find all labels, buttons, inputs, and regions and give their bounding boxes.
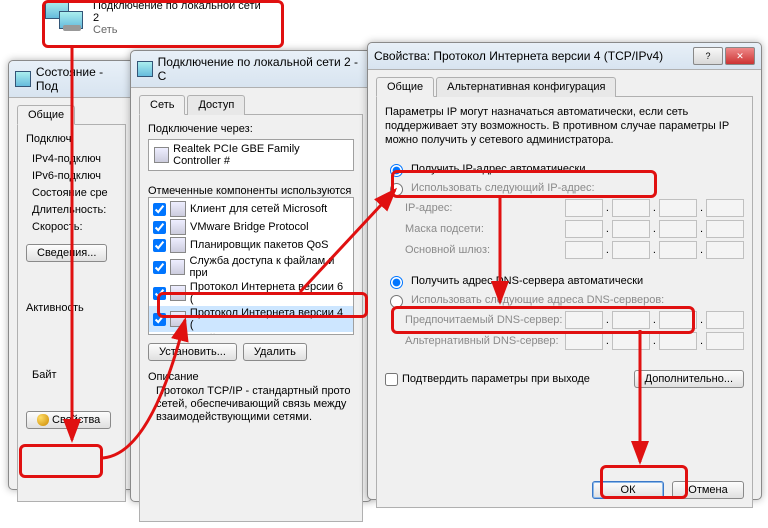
adapter-name: Realtek PCIe GBE Family Controller # bbox=[173, 143, 348, 167]
adapter-field: Realtek PCIe GBE Family Controller # bbox=[148, 139, 354, 171]
cancel-button[interactable]: Отмена bbox=[672, 481, 744, 499]
row-speed: Скорость: bbox=[32, 219, 117, 236]
chk-item-4[interactable] bbox=[153, 287, 166, 300]
ipv4-icon bbox=[170, 311, 186, 327]
item-4: Протокол Интернета версии 6 ( bbox=[190, 281, 349, 305]
label-description: Описание bbox=[148, 371, 354, 383]
item-0: Клиент для сетей Microsoft bbox=[190, 203, 327, 215]
label-ip-auto: Получить IP-адрес автоматически bbox=[411, 163, 585, 175]
tab-access[interactable]: Доступ bbox=[187, 95, 245, 115]
details-button[interactable]: Сведения... bbox=[26, 244, 107, 262]
status-title: Состояние - Под bbox=[36, 65, 128, 93]
adapter-name-line2: 2 bbox=[93, 12, 261, 24]
ipv6-icon bbox=[170, 285, 186, 301]
ipv4-title: Свойства: Протокол Интернета версии 4 (T… bbox=[374, 49, 663, 63]
label-ip: IP-адрес: bbox=[405, 202, 452, 214]
status-icon bbox=[15, 71, 31, 87]
row-duration: Длительность: bbox=[32, 202, 117, 219]
section-connection: Подключ bbox=[26, 133, 117, 145]
label-dns-auto: Получить адрес DNS-сервера автоматически bbox=[411, 275, 643, 287]
radio-dns-manual[interactable] bbox=[390, 295, 403, 308]
qos-icon bbox=[170, 237, 186, 253]
status-titlebar[interactable]: Состояние - Под bbox=[9, 61, 134, 98]
intro-text: Параметры IP могут назначаться автоматич… bbox=[385, 105, 744, 147]
validate-checkbox-row[interactable]: Подтвердить параметры при выходе bbox=[385, 373, 590, 386]
network-adapter-item[interactable]: Подключение по локальной сети 2 Сеть bbox=[45, 0, 261, 36]
uninstall-button[interactable]: Удалить bbox=[243, 343, 307, 361]
ipv4-properties-window: Свойства: Протокол Интернета версии 4 (T… bbox=[367, 42, 762, 500]
row-ipv4: IPv4-подключ bbox=[32, 151, 117, 168]
ok-button[interactable]: ОК bbox=[592, 481, 664, 499]
shield-icon bbox=[37, 414, 49, 426]
client-icon bbox=[170, 201, 186, 217]
label-ip-manual: Использовать следующий IP-адрес: bbox=[411, 182, 595, 194]
close-button[interactable]: ✕ bbox=[725, 47, 755, 65]
conn-title: Подключение по локальной сети 2 - С bbox=[158, 55, 365, 83]
components-list[interactable]: Клиент для сетей Microsoft VMware Bridge… bbox=[148, 197, 354, 335]
item-3: Служба доступа к файлам и при bbox=[189, 255, 349, 279]
adapter-network: Сеть bbox=[93, 24, 261, 36]
ipv4-titlebar[interactable]: Свойства: Протокол Интернета версии 4 (T… bbox=[368, 43, 761, 70]
conn-titlebar[interactable]: Подключение по локальной сети 2 - С bbox=[131, 51, 371, 88]
connection-properties-window: Подключение по локальной сети 2 - С Сеть… bbox=[130, 50, 372, 502]
advanced-button[interactable]: Дополнительно... bbox=[634, 370, 744, 388]
label-connect-via: Подключение через: bbox=[148, 123, 354, 135]
network-icon bbox=[45, 1, 85, 35]
fileshare-icon bbox=[170, 259, 185, 275]
radio-dns-auto[interactable] bbox=[390, 276, 403, 289]
label-components: Отмеченные компоненты используются bbox=[148, 185, 354, 197]
conn-icon bbox=[137, 61, 153, 77]
properties-button[interactable]: Свойства bbox=[26, 411, 111, 429]
label-dns2: Альтернативный DNS-сервер: bbox=[405, 335, 559, 347]
install-button[interactable]: Установить... bbox=[148, 343, 237, 361]
tab-alternate[interactable]: Альтернативная конфигурация bbox=[436, 77, 616, 97]
item-1: VMware Bridge Protocol bbox=[190, 221, 309, 233]
item-2: Планировщик пакетов QoS bbox=[190, 239, 329, 251]
chk-item-1[interactable] bbox=[153, 221, 166, 234]
status-window: Состояние - Под Общие Подключ IPv4-подкл… bbox=[8, 60, 135, 490]
adapter-icon bbox=[154, 147, 169, 163]
validate-checkbox[interactable] bbox=[385, 373, 398, 386]
row-ipv6: IPv6-подключ bbox=[32, 168, 117, 185]
radio-ip-auto[interactable] bbox=[390, 164, 403, 177]
item-5: Протокол Интернета версии 4 ( bbox=[190, 307, 349, 331]
label-validate: Подтвердить параметры при выходе bbox=[402, 373, 590, 385]
item-6: Драйвер в/в тополога канально bbox=[190, 333, 349, 335]
label-dns1: Предпочитаемый DNS-сервер: bbox=[405, 314, 562, 326]
label-mask: Маска подсети: bbox=[405, 223, 484, 235]
tab-general[interactable]: Общие bbox=[17, 105, 75, 125]
radio-ip-manual[interactable] bbox=[390, 183, 403, 196]
chk-item-2[interactable] bbox=[153, 239, 166, 252]
help-button[interactable]: ? bbox=[693, 47, 723, 65]
section-activity: Активность bbox=[26, 302, 117, 314]
chk-item-0[interactable] bbox=[153, 203, 166, 216]
ip-seg bbox=[565, 199, 603, 217]
chk-item-5[interactable] bbox=[153, 313, 166, 326]
vmware-icon bbox=[170, 219, 186, 235]
label-dns-manual: Использовать следующие адреса DNS-сервер… bbox=[411, 294, 664, 306]
label-gateway: Основной шлюз: bbox=[405, 244, 490, 256]
row-media: Состояние сре bbox=[32, 185, 117, 202]
tab-network[interactable]: Сеть bbox=[139, 95, 185, 115]
tab-general-ipv4[interactable]: Общие bbox=[376, 77, 434, 97]
description-text: Протокол TCP/IP - стандартный прото сете… bbox=[156, 385, 354, 424]
adapter-name-line1: Подключение по локальной сети bbox=[93, 0, 261, 12]
row-bytes: Байт bbox=[32, 369, 117, 381]
chk-item-3[interactable] bbox=[153, 261, 166, 274]
